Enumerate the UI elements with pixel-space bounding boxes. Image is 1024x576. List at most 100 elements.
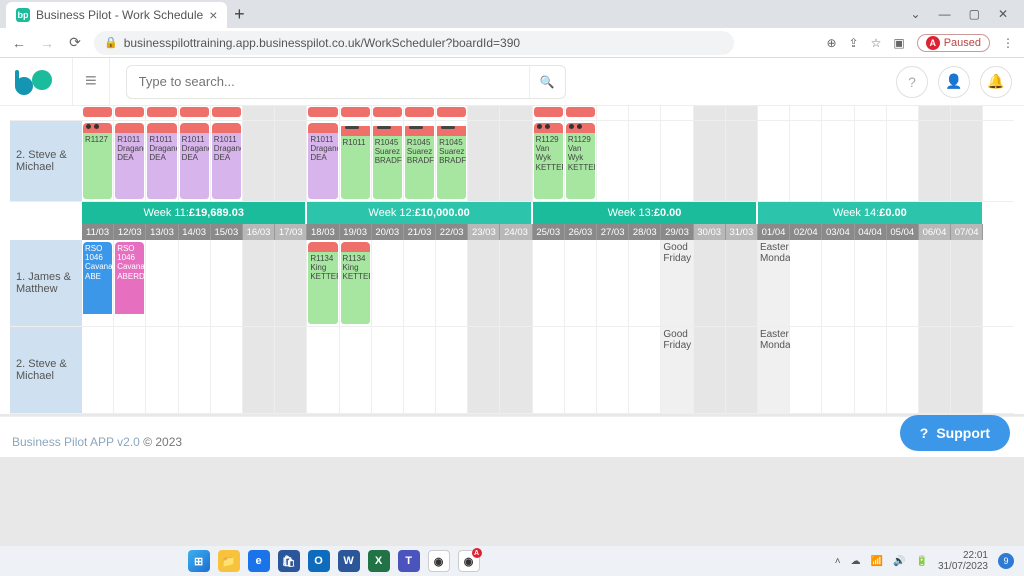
job-card[interactable]: R1045SuarezBRADFO bbox=[373, 123, 402, 199]
day-cell[interactable] bbox=[565, 327, 597, 413]
day-cell[interactable]: R1127 bbox=[82, 121, 114, 201]
chrome-icon[interactable]: ◉ bbox=[428, 550, 450, 572]
app-logo[interactable] bbox=[12, 64, 56, 100]
day-cell[interactable] bbox=[822, 327, 854, 413]
day-cell[interactable] bbox=[468, 106, 500, 120]
battery-icon[interactable]: 🔋 bbox=[915, 556, 927, 567]
job-card[interactable]: R1011DraganovaDEA bbox=[212, 123, 241, 199]
job-card[interactable]: R1129VanWykKETTERIN bbox=[566, 123, 595, 199]
close-tab-icon[interactable]: × bbox=[209, 7, 217, 23]
day-cell[interactable] bbox=[114, 106, 146, 120]
day-cell[interactable]: Easter Monday bbox=[758, 240, 790, 326]
day-cell[interactable] bbox=[275, 327, 307, 413]
day-cell[interactable] bbox=[179, 327, 211, 413]
user-button[interactable]: 👤 bbox=[938, 66, 970, 98]
day-cell[interactable] bbox=[887, 327, 919, 413]
day-cell[interactable]: R1011 bbox=[340, 121, 372, 201]
day-cell[interactable] bbox=[661, 106, 693, 120]
word-icon[interactable]: W bbox=[338, 550, 360, 572]
explorer-icon[interactable]: 📁 bbox=[218, 550, 240, 572]
day-cell[interactable] bbox=[436, 106, 468, 120]
share-icon[interactable]: ⇪ bbox=[849, 36, 859, 50]
day-cell[interactable] bbox=[758, 121, 790, 201]
day-cell[interactable] bbox=[629, 240, 661, 326]
day-cell[interactable] bbox=[468, 121, 500, 201]
close-window-icon[interactable]: ✕ bbox=[998, 7, 1008, 21]
footer-version-link[interactable]: Business Pilot APP v2.0 bbox=[12, 435, 140, 449]
day-cell[interactable] bbox=[629, 121, 661, 201]
day-cell[interactable] bbox=[340, 327, 372, 413]
day-cell[interactable] bbox=[694, 106, 726, 120]
day-cell[interactable] bbox=[179, 240, 211, 326]
job-card[interactable]: R1011DraganovaDEA bbox=[308, 123, 337, 199]
day-cell[interactable]: Easter Monday bbox=[758, 327, 790, 413]
day-cell[interactable] bbox=[82, 327, 114, 413]
day-cell[interactable] bbox=[340, 106, 372, 120]
day-cell[interactable]: R1011DraganovaDEA bbox=[307, 121, 339, 201]
maximize-icon[interactable]: ▢ bbox=[969, 7, 980, 21]
day-cell[interactable]: R1045SuarezBRADFO bbox=[436, 121, 468, 201]
day-cell[interactable] bbox=[855, 240, 887, 326]
edge-icon[interactable]: e bbox=[248, 550, 270, 572]
new-tab-button[interactable]: + bbox=[227, 2, 251, 26]
day-cell[interactable]: R1129VanWykKETTERIN bbox=[533, 121, 565, 201]
day-cell[interactable] bbox=[211, 327, 243, 413]
day-cell[interactable]: R1011DraganovaDEA bbox=[211, 121, 243, 201]
day-cell[interactable] bbox=[951, 327, 983, 413]
day-cell[interactable] bbox=[307, 106, 339, 120]
day-cell[interactable] bbox=[629, 327, 661, 413]
day-cell[interactable] bbox=[855, 327, 887, 413]
day-cell[interactable] bbox=[211, 106, 243, 120]
day-cell[interactable] bbox=[436, 240, 468, 326]
day-cell[interactable] bbox=[275, 240, 307, 326]
day-cell[interactable] bbox=[822, 106, 854, 120]
wifi-icon[interactable]: 📶 bbox=[871, 556, 883, 567]
day-cell[interactable] bbox=[790, 121, 822, 201]
day-cell[interactable] bbox=[694, 121, 726, 201]
day-cell[interactable] bbox=[533, 327, 565, 413]
bookmark-icon[interactable]: ☆ bbox=[871, 36, 882, 50]
day-cell[interactable] bbox=[372, 240, 404, 326]
day-cell[interactable] bbox=[822, 121, 854, 201]
day-cell[interactable] bbox=[597, 106, 629, 120]
day-cell[interactable] bbox=[146, 106, 178, 120]
search-button[interactable]: 🔍 bbox=[529, 66, 565, 98]
day-cell[interactable]: R1011DraganovaDEA bbox=[146, 121, 178, 201]
day-cell[interactable] bbox=[919, 327, 951, 413]
day-cell[interactable] bbox=[243, 240, 275, 326]
day-cell[interactable]: R1045SuarezBRADFO bbox=[372, 121, 404, 201]
day-cell[interactable] bbox=[404, 106, 436, 120]
day-cell[interactable] bbox=[243, 106, 275, 120]
clock[interactable]: 22:01 31/07/2023 bbox=[938, 550, 988, 572]
day-cell[interactable] bbox=[951, 106, 983, 120]
day-cell[interactable] bbox=[726, 121, 758, 201]
day-cell[interactable] bbox=[372, 106, 404, 120]
day-cell[interactable] bbox=[919, 240, 951, 326]
day-cell[interactable] bbox=[114, 327, 146, 413]
job-card[interactable]: R1134KingKETTERING bbox=[341, 242, 370, 324]
job-card[interactable]: R1011DraganovaDEA bbox=[180, 123, 209, 199]
day-cell[interactable]: R1134KingKETTERING bbox=[340, 240, 372, 326]
day-cell[interactable] bbox=[629, 106, 661, 120]
minimize-icon[interactable]: — bbox=[939, 7, 951, 21]
day-cell[interactable] bbox=[790, 240, 822, 326]
day-cell[interactable] bbox=[275, 106, 307, 120]
outlook-icon[interactable]: O bbox=[308, 550, 330, 572]
job-card[interactable]: R1129VanWykKETTERIN bbox=[534, 123, 563, 199]
reload-icon[interactable]: ⟳ bbox=[66, 34, 84, 51]
address-bar[interactable]: 🔒 businesspilottraining.app.businesspilo… bbox=[94, 31, 734, 55]
day-cell[interactable] bbox=[597, 327, 629, 413]
day-cell[interactable] bbox=[951, 240, 983, 326]
chrome-active-icon[interactable]: ◉ A bbox=[458, 550, 480, 572]
job-card[interactable]: R1127 bbox=[83, 123, 112, 199]
day-cell[interactable] bbox=[404, 240, 436, 326]
day-cell[interactable] bbox=[468, 240, 500, 326]
job-card[interactable]: R1011DraganovaDEA bbox=[147, 123, 176, 199]
day-cell[interactable] bbox=[500, 106, 532, 120]
day-cell[interactable]: R1129VanWykKETTERIN bbox=[565, 121, 597, 201]
day-cell[interactable] bbox=[372, 327, 404, 413]
windows-taskbar[interactable]: ⊞ 📁 e 🛍 O W X T ◉ ◉ A ˄ ☁ 📶 🔊 🔋 22:01 31… bbox=[0, 546, 1024, 576]
job-card[interactable]: R1045SuarezBRADFO bbox=[437, 123, 466, 199]
job-card[interactable]: R1011 bbox=[341, 123, 370, 199]
day-cell[interactable] bbox=[307, 327, 339, 413]
